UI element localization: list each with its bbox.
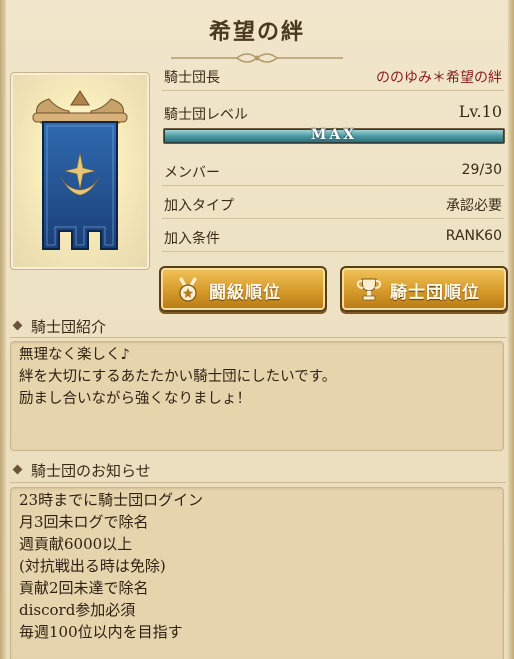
members-label: メンバー bbox=[164, 165, 220, 181]
intro-line: 無理なく楽しく♪ bbox=[19, 347, 130, 363]
join-type-row: 加入タイプ 承認必要 bbox=[162, 192, 504, 219]
notice-heading: 騎士団のお知らせ bbox=[12, 460, 151, 481]
members-count: 29/30 bbox=[461, 162, 502, 178]
notice-line: 貢献2回未達で除名 bbox=[19, 579, 149, 597]
intro-heading: 騎士団紹介 bbox=[12, 316, 107, 337]
join-condition-row: 加入条件 RANK60 bbox=[162, 225, 504, 252]
level-progress-label: MAX bbox=[310, 127, 358, 143]
guild-emblem-card bbox=[10, 72, 150, 270]
intro-text-box: 無理なく楽しく♪ 絆を大切にするあたたかい騎士団にしたいです。 励まし合いながら… bbox=[10, 341, 504, 451]
join-type-value: 承認必要 bbox=[446, 198, 502, 214]
notice-divider bbox=[10, 482, 506, 483]
notice-line: 毎週100位以内を目指す bbox=[19, 623, 183, 641]
panel-left-edge bbox=[0, 0, 6, 659]
level-label: 騎士団レベル bbox=[164, 107, 248, 123]
join-type-label: 加入タイプ bbox=[164, 198, 234, 214]
guild-rank-button[interactable]: 騎士団順位 bbox=[340, 266, 508, 312]
join-condition-label: 加入条件 bbox=[164, 231, 220, 247]
notice-line: 週貢献6000以上 bbox=[19, 535, 133, 553]
notice-heading-text: 騎士団のお知らせ bbox=[31, 462, 151, 480]
notice-line: (対抗戦出る時は免除) bbox=[19, 557, 166, 575]
guild-rank-label: 騎士団順位 bbox=[390, 283, 480, 303]
battle-rank-label: 闘級順位 bbox=[209, 283, 281, 303]
leader-name[interactable]: ののゆみ＊希望の絆 bbox=[376, 67, 502, 87]
section-bullet-icon bbox=[12, 464, 23, 475]
panel-right-edge bbox=[508, 0, 514, 659]
intro-divider bbox=[10, 337, 506, 338]
guild-name-title: 希望の絆 bbox=[208, 19, 305, 45]
guild-info-panel: 希望の絆 騎士団長 ののゆみ＊希望の絆 騎士団レベル Lv.10 MAX メンバ… bbox=[0, 0, 514, 659]
guild-banner-emblem-icon bbox=[14, 76, 146, 260]
members-row: メンバー 29/30 bbox=[162, 159, 504, 186]
notice-line: 23時までに騎士団ログイン bbox=[19, 491, 204, 509]
battle-rank-button[interactable]: 闘級順位 bbox=[159, 266, 327, 312]
intro-heading-text: 騎士団紹介 bbox=[31, 318, 107, 336]
leader-row: 騎士団長 ののゆみ＊希望の絆 bbox=[162, 64, 504, 91]
level-row: 騎士団レベル Lv.10 bbox=[162, 101, 504, 127]
notice-line: discord参加必須 bbox=[19, 601, 136, 619]
intro-line: 絆を大切にするあたたかい騎士団にしたいです。 bbox=[19, 369, 337, 385]
notice-line: 月3回未ログで除名 bbox=[19, 513, 149, 531]
medal-icon bbox=[179, 277, 197, 302]
leader-label: 騎士団長 bbox=[164, 70, 220, 86]
section-bullet-icon bbox=[12, 320, 23, 331]
intro-line: 励まし合いながら強くなりましょ！ bbox=[19, 391, 251, 407]
level-value: Lv.10 bbox=[458, 102, 502, 121]
join-condition-value: RANK60 bbox=[445, 228, 502, 244]
level-progress-bar: MAX bbox=[163, 127, 505, 144]
trophy-icon bbox=[356, 278, 382, 301]
notice-text-box[interactable]: 23時までに騎士団ログイン 月3回未ログで除名 週貢献6000以上 (対抗戦出る… bbox=[10, 487, 504, 659]
